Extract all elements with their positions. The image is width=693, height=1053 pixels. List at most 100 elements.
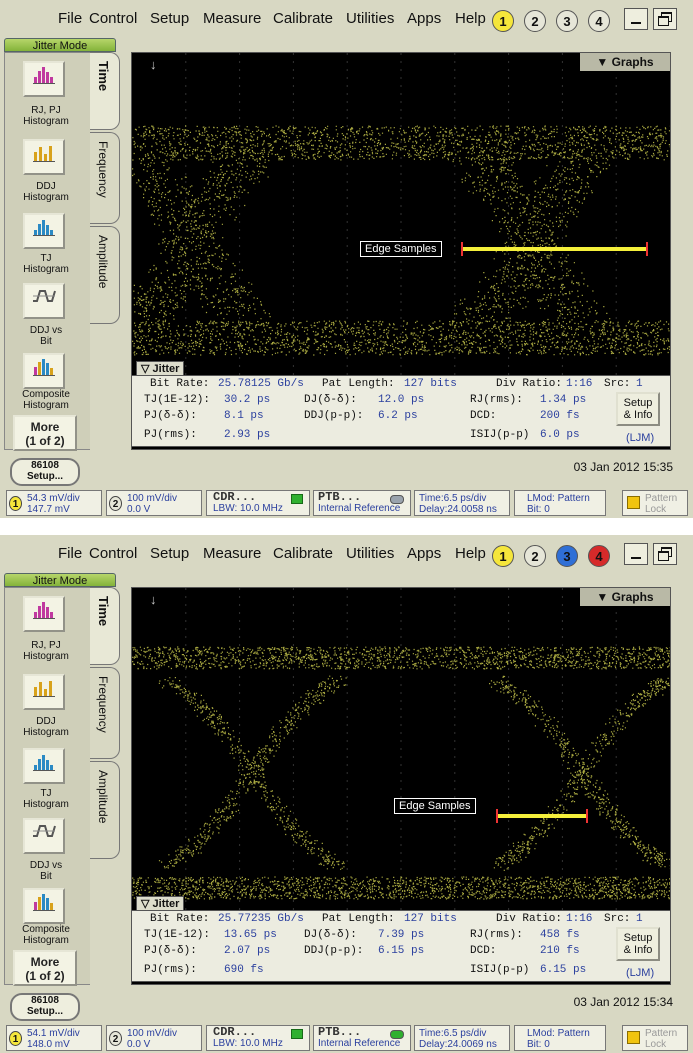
channel-2-badge: 2 (109, 1031, 122, 1046)
menu-help[interactable]: Help (455, 545, 486, 562)
menu-apps[interactable]: Apps (407, 545, 441, 562)
pattern-lock-button[interactable]: Pattern Lock (622, 1025, 688, 1051)
more-button-label: More (1 of 2) (25, 420, 65, 448)
composite-histogram-label: Composite Histogram (5, 389, 87, 411)
ddj-histogram-button[interactable] (23, 674, 65, 710)
tab-frequency[interactable]: Frequency (90, 132, 120, 224)
lmod-status[interactable]: LMod: Pattern Bit: 0 (514, 490, 606, 516)
ljm-link[interactable]: (LJM) (626, 432, 654, 444)
channel-1-status[interactable]: 1 54.3 mV/div 147.7 mV (6, 490, 102, 516)
pj-dd-value: 8.1 ps (224, 410, 264, 422)
tj-histogram-button[interactable] (23, 748, 65, 784)
tab-frequency-label: Frequency (96, 676, 110, 733)
menu-control[interactable]: Control (89, 545, 137, 562)
cdr-status[interactable]: CDR... LBW: 10.0 MHz (206, 1025, 310, 1051)
channel-4-button[interactable]: 4 (588, 10, 610, 32)
graphs-dropdown[interactable]: ▼ Graphs (580, 588, 670, 606)
edge-samples-label: Edge Samples (394, 798, 476, 814)
channel-2-status[interactable]: 2 100 mV/div 0.0 V (106, 1025, 202, 1051)
minimize-button[interactable] (624, 8, 648, 30)
pj-rms-label: PJ(rms): (144, 964, 197, 976)
jitter-panel-tab[interactable]: ▽ Jitter (136, 896, 185, 911)
jitter-mode-tab[interactable]: Jitter Mode (4, 38, 116, 52)
restore-button[interactable] (653, 543, 677, 565)
menu-measure[interactable]: Measure (203, 10, 261, 27)
tab-time[interactable]: Time (90, 52, 120, 130)
ptb-status[interactable]: PTB... Internal Reference (313, 490, 411, 516)
setup-info-button[interactable]: Setup & Info (616, 392, 660, 426)
timebase-status[interactable]: Time:6.5 ps/div Delay:24.0058 ns (414, 490, 510, 516)
tj-histogram-button[interactable] (23, 213, 65, 249)
trigger-marker-icon: ↓ (150, 57, 157, 72)
channel-1-status[interactable]: 1 54.1 mV/div 148.0 mV (6, 1025, 102, 1051)
ddj-histogram-button[interactable] (23, 139, 65, 175)
tab-amplitude[interactable]: Amplitude (90, 761, 120, 859)
rjpj-histogram-icon (31, 600, 57, 625)
pattern-lock-button[interactable]: Pattern Lock (622, 490, 688, 516)
menu-file[interactable]: File (58, 545, 82, 562)
jitter-panel-tab[interactable]: ▽ Jitter (136, 361, 185, 376)
ddj-vs-bit-icon (31, 285, 57, 312)
ch1-scale: 54.3 mV/div (27, 493, 80, 504)
setup-info-button[interactable]: Setup & Info (616, 927, 660, 961)
more-button[interactable]: More (1 of 2) (13, 415, 77, 451)
tool-label-text: TJ Histogram (23, 788, 69, 810)
ch2-offset: 0.0 V (127, 1039, 151, 1050)
channel-2-button[interactable]: 2 (524, 10, 546, 32)
tj-histogram-icon (31, 217, 57, 242)
time-delay: Delay:24.0069 ns (419, 1039, 497, 1050)
channel-1-badge: 1 (9, 496, 22, 511)
ptb-status-led-icon (390, 495, 404, 504)
channel-1-badge: 1 (9, 1031, 22, 1046)
setup-86108-button[interactable]: 86108 Setup... (10, 993, 80, 1021)
setup-86108-button[interactable]: 86108 Setup... (10, 458, 80, 486)
tab-amplitude-label: Amplitude (96, 235, 110, 289)
channel-1-button[interactable]: 1 (492, 10, 514, 32)
jitter-mode-tab[interactable]: Jitter Mode (4, 573, 116, 587)
tab-time[interactable]: Time (90, 587, 120, 665)
pattern-lock-label: Pattern Lock (645, 1028, 678, 1050)
ptb-reference: Internal Reference (318, 503, 401, 514)
channel-3-button[interactable]: 3 (556, 10, 578, 32)
channel-3-button[interactable]: 3 (556, 545, 578, 567)
more-button[interactable]: More (1 of 2) (13, 950, 77, 986)
cdr-status[interactable]: CDR... LBW: 10.0 MHz (206, 490, 310, 516)
minimize-button[interactable] (624, 543, 648, 565)
menu-utilities[interactable]: Utilities (346, 10, 394, 27)
pj-rms-value: 690 fs (224, 964, 264, 976)
menu-control[interactable]: Control (89, 10, 137, 27)
timebase-status[interactable]: Time:6.5 ps/div Delay:24.0069 ns (414, 1025, 510, 1051)
channel-2-button[interactable]: 2 (524, 545, 546, 567)
menu-apps[interactable]: Apps (407, 10, 441, 27)
pj-dd-label: PJ(δ-δ): (144, 410, 197, 422)
channel-1-button[interactable]: 1 (492, 545, 514, 567)
ptb-status[interactable]: PTB... Internal Reference (313, 1025, 411, 1051)
tab-amplitude[interactable]: Amplitude (90, 226, 120, 324)
menu-setup[interactable]: Setup (150, 545, 189, 562)
ljm-link[interactable]: (LJM) (626, 967, 654, 979)
rjpj-histogram-button[interactable] (23, 596, 65, 632)
menu-calibrate[interactable]: Calibrate (273, 545, 333, 562)
dj-label: DJ(δ-δ): (304, 929, 357, 941)
lmod-status[interactable]: LMod: Pattern Bit: 0 (514, 1025, 606, 1051)
menu-help[interactable]: Help (455, 10, 486, 27)
ddj-vs-bit-button[interactable] (23, 283, 65, 319)
graphs-dropdown[interactable]: ▼ Graphs (580, 53, 670, 71)
tab-frequency[interactable]: Frequency (90, 667, 120, 759)
rjpj-histogram-button[interactable] (23, 61, 65, 97)
restore-button[interactable] (653, 8, 677, 30)
bit-value: Bit: 0 (527, 1039, 550, 1050)
pat-length-label: Pat Length: (322, 378, 395, 390)
composite-histogram-button[interactable] (23, 353, 65, 389)
menu-setup[interactable]: Setup (150, 10, 189, 27)
tj-value: 30.2 ps (224, 394, 271, 406)
channel-2-status[interactable]: 2 100 mV/div 0.0 V (106, 490, 202, 516)
menu-calibrate[interactable]: Calibrate (273, 10, 333, 27)
datetime: 03 Jan 2012 15:34 (573, 995, 673, 1009)
menu-file[interactable]: File (58, 10, 82, 27)
menu-utilities[interactable]: Utilities (346, 545, 394, 562)
menu-measure[interactable]: Measure (203, 545, 261, 562)
channel-4-button[interactable]: 4 (588, 545, 610, 567)
ddj-vs-bit-button[interactable] (23, 818, 65, 854)
composite-histogram-button[interactable] (23, 888, 65, 924)
